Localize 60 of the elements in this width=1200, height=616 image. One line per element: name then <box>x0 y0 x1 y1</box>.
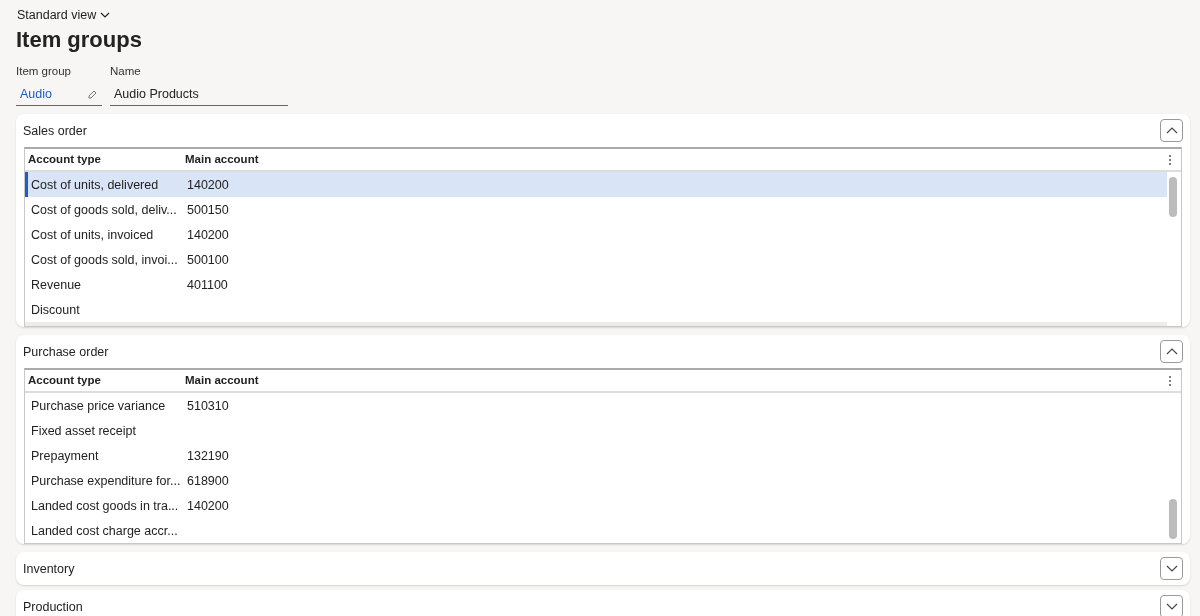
column-header[interactable]: Main account <box>185 372 1163 390</box>
table-row[interactable]: Landed cost goods in tra... 140200 <box>25 493 1167 519</box>
table-cell-text: Prepayment <box>30 447 100 465</box>
view-selector[interactable]: Standard view <box>16 6 111 25</box>
table-cell-text: 140200 <box>187 176 230 194</box>
table-cell-text: 132190 <box>187 447 230 465</box>
chevron-down-icon <box>1165 565 1178 573</box>
table-cell-text: Purchase price variance <box>30 397 167 415</box>
scrollbar-thumb[interactable] <box>1169 499 1177 540</box>
page-title: Item groups <box>16 26 143 54</box>
collapse-toggle[interactable] <box>1160 119 1183 143</box>
table-row[interactable]: Discount <box>25 297 1167 323</box>
table-cell-text: Cost of goods sold, invoi... <box>30 251 179 269</box>
table-row[interactable]: Fixed asset receipt <box>25 418 1167 444</box>
input-field[interactable]: Audio <box>16 83 102 107</box>
section-title: Purchase order <box>23 343 109 361</box>
table-row[interactable]: Landed cost charge accr... <box>25 518 1167 544</box>
column-header[interactable]: Main account <box>185 151 1163 169</box>
table-cell-text: 140200 <box>187 226 230 244</box>
section-title: Production <box>23 598 83 616</box>
table-cell-text: Revenue <box>30 276 83 294</box>
chevron-down-icon <box>1165 603 1178 611</box>
pencil-icon <box>87 88 98 100</box>
table-row[interactable]: Cost of goods sold, invoi... 500100 <box>25 247 1167 273</box>
table-cell-text: 401100 <box>187 276 229 294</box>
table-cell-text: Purchase expenditure for... <box>30 472 182 490</box>
field-label: Item group <box>16 64 72 80</box>
section-title: Sales order <box>23 122 87 140</box>
table-cell-text: Cost of units, delivered <box>30 176 160 194</box>
table-row[interactable]: Cost of units, delivered 140200 <box>25 172 1167 198</box>
table-cell-text: 618900 <box>187 472 230 490</box>
table-cell-text: Landed cost goods in tra... <box>30 497 180 515</box>
column-header[interactable]: Account type <box>25 151 185 169</box>
table-row[interactable]: Cost of units, invoiced 140200 <box>25 222 1167 248</box>
table-row[interactable]: Purchase price variance 510310 <box>25 393 1167 419</box>
table-row[interactable]: Revenue 401100 <box>25 272 1167 298</box>
section-title: Inventory <box>23 560 75 578</box>
table-cell-text: 510310 <box>187 397 230 415</box>
table-row[interactable]: Cost of goods sold, deliv... 500150 <box>25 197 1167 223</box>
table-cell-text: Cost of goods sold, deliv... <box>30 201 178 219</box>
table-cell-text: Cost of units, invoiced <box>30 226 155 244</box>
chevron-up-icon <box>1165 348 1178 356</box>
column-header[interactable]: Account type <box>25 372 185 390</box>
scrollbar-thumb[interactable] <box>1169 177 1177 218</box>
collapse-toggle[interactable] <box>1160 557 1183 581</box>
table-cell-text: 500100 <box>187 251 230 269</box>
table-cell-text: Landed cost charge accr... <box>30 522 179 540</box>
table-cell-text: 500150 <box>187 201 230 219</box>
table-cell-text: 140200 <box>187 497 230 515</box>
chevron-up-icon <box>1165 127 1178 135</box>
collapse-toggle[interactable] <box>1160 340 1183 364</box>
input-field[interactable]: Audio Products <box>110 83 288 107</box>
collapse-toggle[interactable] <box>1160 595 1183 616</box>
table-cell-text: Discount <box>30 301 81 319</box>
table-cell-text: Fixed asset receipt <box>30 422 137 440</box>
item-group-link[interactable]: Audio <box>20 85 81 104</box>
table-row[interactable]: Purchase expenditure for... 618900 <box>25 468 1167 494</box>
table-row[interactable]: Prepayment 132190 <box>25 443 1167 469</box>
chevron-down-icon <box>100 12 111 19</box>
field-label: Name <box>110 64 142 80</box>
